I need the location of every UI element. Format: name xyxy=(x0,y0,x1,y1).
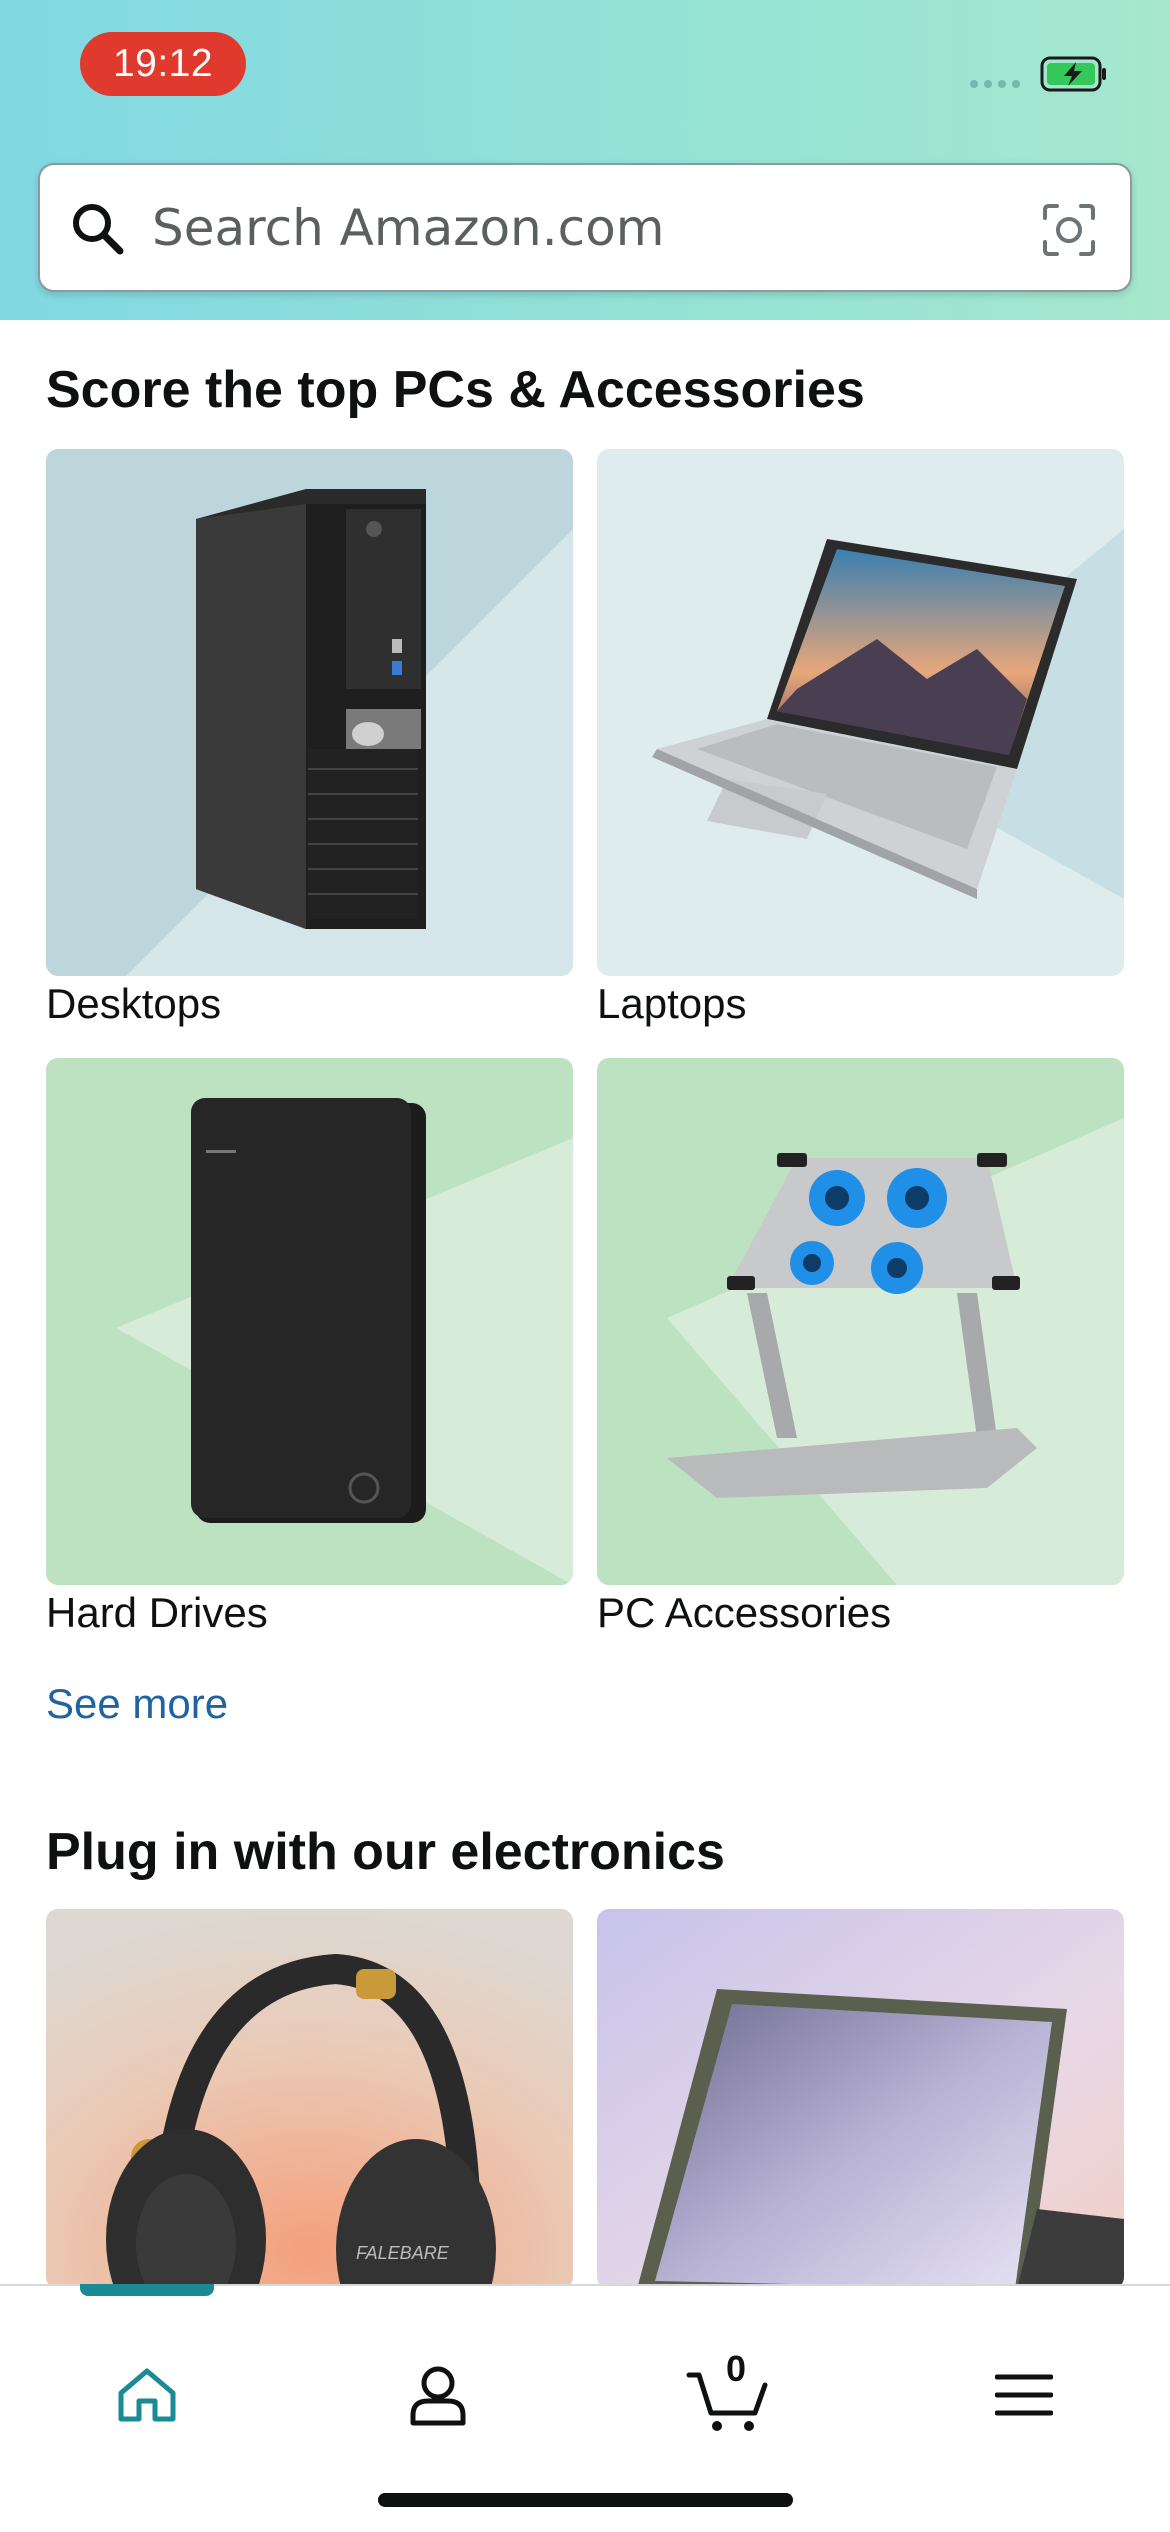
tablet-image xyxy=(597,1909,1124,2289)
app-header: 19:12 xyxy=(0,0,1170,320)
tile-laptops[interactable] xyxy=(597,449,1124,976)
tile-label-hard-drives[interactable]: Hard Drives xyxy=(46,1589,268,1637)
search-icon[interactable] xyxy=(70,201,126,257)
headphones-image: FALEBARE xyxy=(46,1909,573,2289)
tile-desktops[interactable] xyxy=(46,449,573,976)
battery-charging-icon xyxy=(1040,56,1106,92)
tile-label-laptops[interactable]: Laptops xyxy=(597,980,746,1028)
external-hard-drive-image xyxy=(46,1058,573,1585)
search-bar[interactable] xyxy=(38,163,1132,292)
search-input[interactable] xyxy=(152,165,1032,290)
tile-hard-drives[interactable] xyxy=(46,1058,573,1585)
tile-label-desktops[interactable]: Desktops xyxy=(46,980,221,1028)
tile-label-pc-accessories[interactable]: PC Accessories xyxy=(597,1589,891,1637)
status-time: 19:12 xyxy=(80,32,246,96)
tile-tablets[interactable] xyxy=(597,1909,1124,2289)
camera-search-icon[interactable] xyxy=(1039,200,1099,260)
nav-account[interactable] xyxy=(378,2340,498,2450)
section-title-electronics: Plug in with our electronics xyxy=(46,1823,725,1881)
section-title-pcs: Score the top PCs & Accessories xyxy=(46,361,865,419)
desktop-tower-image xyxy=(46,449,573,976)
laptop-stand-image xyxy=(597,1058,1124,1585)
headphone-brand-text: FALEBARE xyxy=(356,2243,450,2263)
laptop-image xyxy=(597,449,1124,976)
cart-count-badge: 0 xyxy=(725,2348,747,2389)
tile-pc-accessories[interactable] xyxy=(597,1058,1124,1585)
nav-home[interactable] xyxy=(87,2340,207,2450)
tile-headphones[interactable]: FALEBARE xyxy=(46,1909,573,2289)
menu-icon[interactable] xyxy=(995,2372,1053,2418)
active-tab-indicator xyxy=(80,2284,214,2296)
nav-cart[interactable]: 0 xyxy=(670,2340,790,2450)
home-indicator[interactable] xyxy=(378,2493,793,2507)
see-more-link[interactable]: See more xyxy=(46,1680,228,1728)
home-icon[interactable] xyxy=(115,2365,179,2425)
account-icon[interactable] xyxy=(408,2363,468,2427)
cellular-signal-icon xyxy=(970,80,1020,88)
nav-menu[interactable] xyxy=(964,2340,1084,2450)
